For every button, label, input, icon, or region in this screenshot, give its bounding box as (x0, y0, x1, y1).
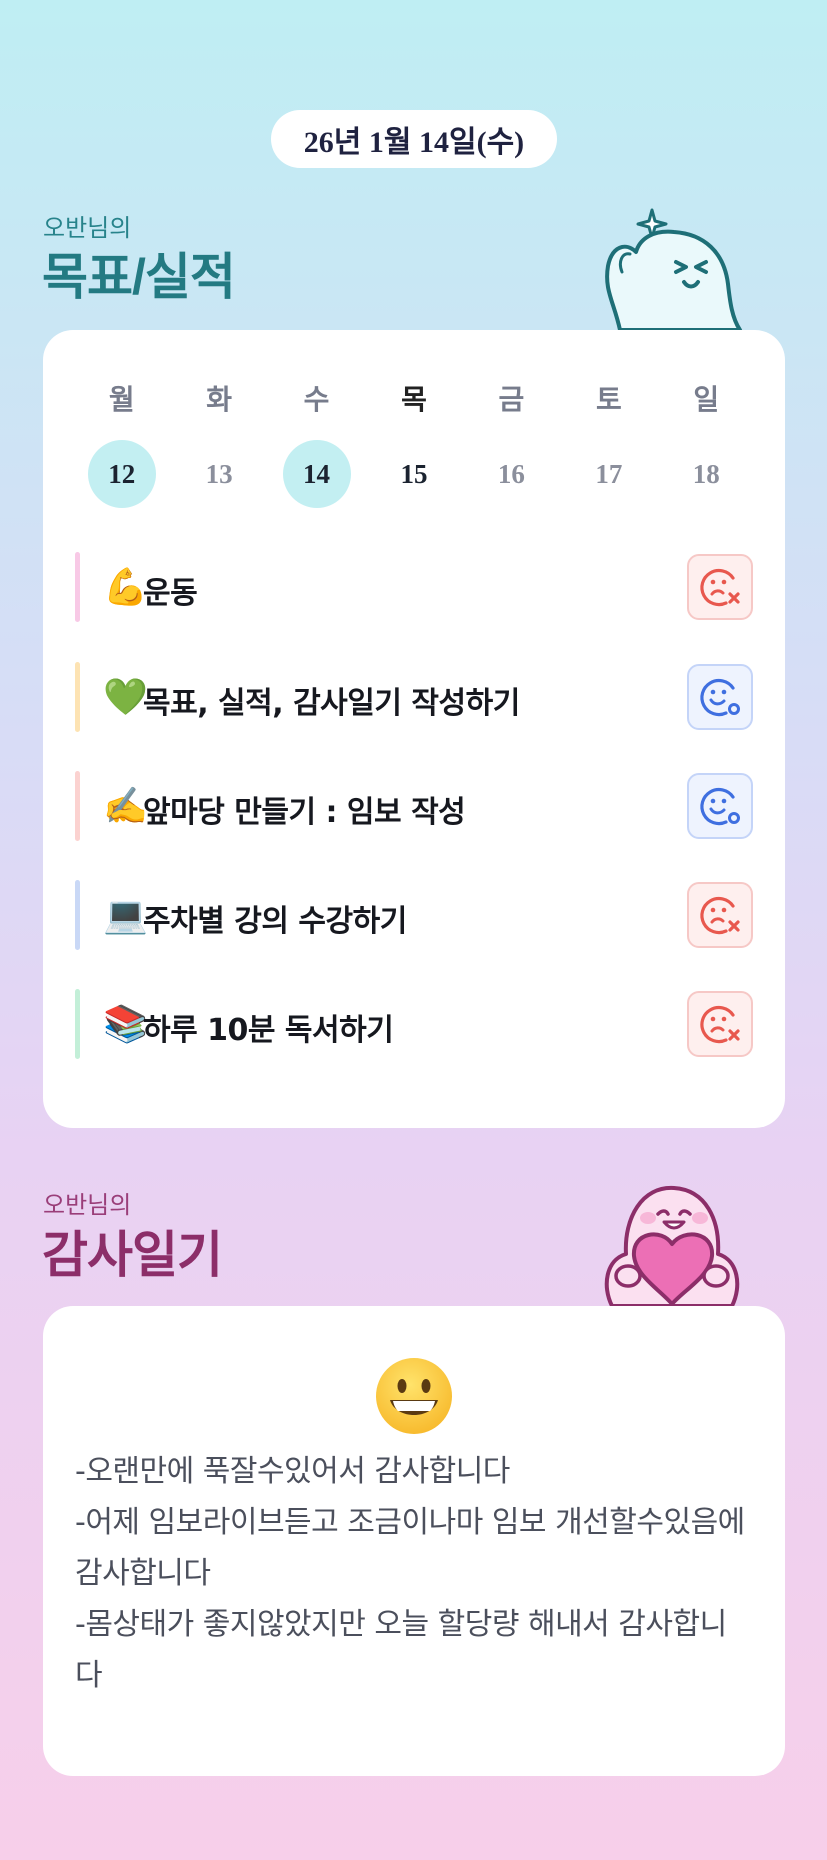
goal-color-bar (75, 771, 80, 841)
date-number: 13 (205, 458, 233, 489)
writing-hand-icon: ✍️ (103, 785, 148, 826)
goal-item[interactable]: 💚 목표, 실적, 감사일기 작성하기 (75, 662, 753, 732)
grinning-face-icon (376, 1358, 452, 1434)
goal-color-bar (75, 552, 80, 622)
goal-text: 하루 10분 독서하기 (143, 1013, 394, 1048)
sad-face-x-icon (700, 568, 740, 607)
mascot-heart-illustration (604, 1185, 740, 1308)
date-number: 12 (87, 440, 156, 508)
calendar-day-today[interactable]: 목 15 (365, 378, 462, 508)
calendar-day[interactable]: 금 16 (463, 378, 560, 508)
weekday-label: 수 (303, 383, 330, 416)
weekday-label: 토 (595, 383, 622, 416)
date-number: 18 (692, 458, 720, 489)
date-number: 16 (497, 458, 525, 489)
goal-item[interactable]: ✍️ 앞마당 만들기 : 임보 작성 (75, 771, 753, 841)
goals-section-title: 목표/실적 (42, 249, 236, 305)
green-heart-icon: 💚 (103, 676, 148, 717)
goal-status-success-button[interactable] (687, 773, 753, 839)
date-number: 14 (282, 440, 351, 508)
flexed-biceps-icon: 💪 (103, 566, 148, 607)
books-icon: 📚 (103, 1003, 148, 1044)
weekday-label: 금 (498, 383, 525, 416)
date-number: 15 (400, 458, 428, 489)
date-label: 26년 1월 14일(수) (271, 110, 557, 168)
date-number: 17 (595, 458, 623, 489)
calendar-day[interactable]: 화 13 (170, 378, 267, 508)
goal-status-fail-button[interactable] (687, 882, 753, 948)
weekday-label: 일 (693, 383, 720, 416)
calendar-day[interactable]: 수 14 (268, 378, 365, 508)
goal-status-success-button[interactable] (687, 664, 753, 730)
weekday-label: 월 (108, 383, 135, 416)
goal-color-bar (75, 880, 80, 950)
goal-color-bar (75, 662, 80, 732)
gratitude-card: -오랜만에 푹잘수있어서 감사합니다 -어제 임보라이브듣고 조금이나마 임보 … (43, 1306, 785, 1776)
goal-color-bar (75, 989, 80, 1059)
gratitude-section-title: 감사일기 (42, 1227, 223, 1283)
goal-item[interactable]: 💪 운동 (75, 552, 753, 622)
calendar-day[interactable]: 월 12 (73, 378, 170, 508)
goal-text: 목표, 실적, 감사일기 작성하기 (143, 686, 520, 721)
week-calendar: 월 12 화 13 수 14 목 15 금 16 토 17 일 18 (73, 378, 755, 508)
calendar-day[interactable]: 일 18 (658, 378, 755, 508)
gratitude-journal-text: -오랜만에 푹잘수있어서 감사합니다 -어제 임보라이브듣고 조금이나마 임보 … (75, 1454, 745, 1693)
sad-face-x-icon (700, 1005, 740, 1044)
goal-text: 앞마당 만들기 : 임보 작성 (143, 795, 466, 830)
laptop-icon: 💻 (103, 894, 148, 935)
weekday-label: 목 (401, 383, 427, 416)
goal-status-fail-button[interactable] (687, 991, 753, 1057)
smile-face-check-icon (700, 678, 740, 717)
goal-item[interactable]: 📚 하루 10분 독서하기 (75, 989, 753, 1059)
sad-face-x-icon (700, 896, 740, 935)
goal-item[interactable]: 💻 주차별 강의 수강하기 (75, 880, 753, 950)
goal-text: 운동 (143, 576, 198, 611)
calendar-day[interactable]: 토 17 (560, 378, 657, 508)
goals-card: 월 12 화 13 수 14 목 15 금 16 토 17 일 18 💪 운동 … (43, 330, 785, 1128)
mascot-sparkle-illustration (605, 208, 742, 332)
goal-status-fail-button[interactable] (687, 554, 753, 620)
goal-text: 주차별 강의 수강하기 (143, 904, 407, 939)
weekday-label: 화 (206, 383, 233, 416)
smile-face-check-icon (700, 787, 740, 826)
